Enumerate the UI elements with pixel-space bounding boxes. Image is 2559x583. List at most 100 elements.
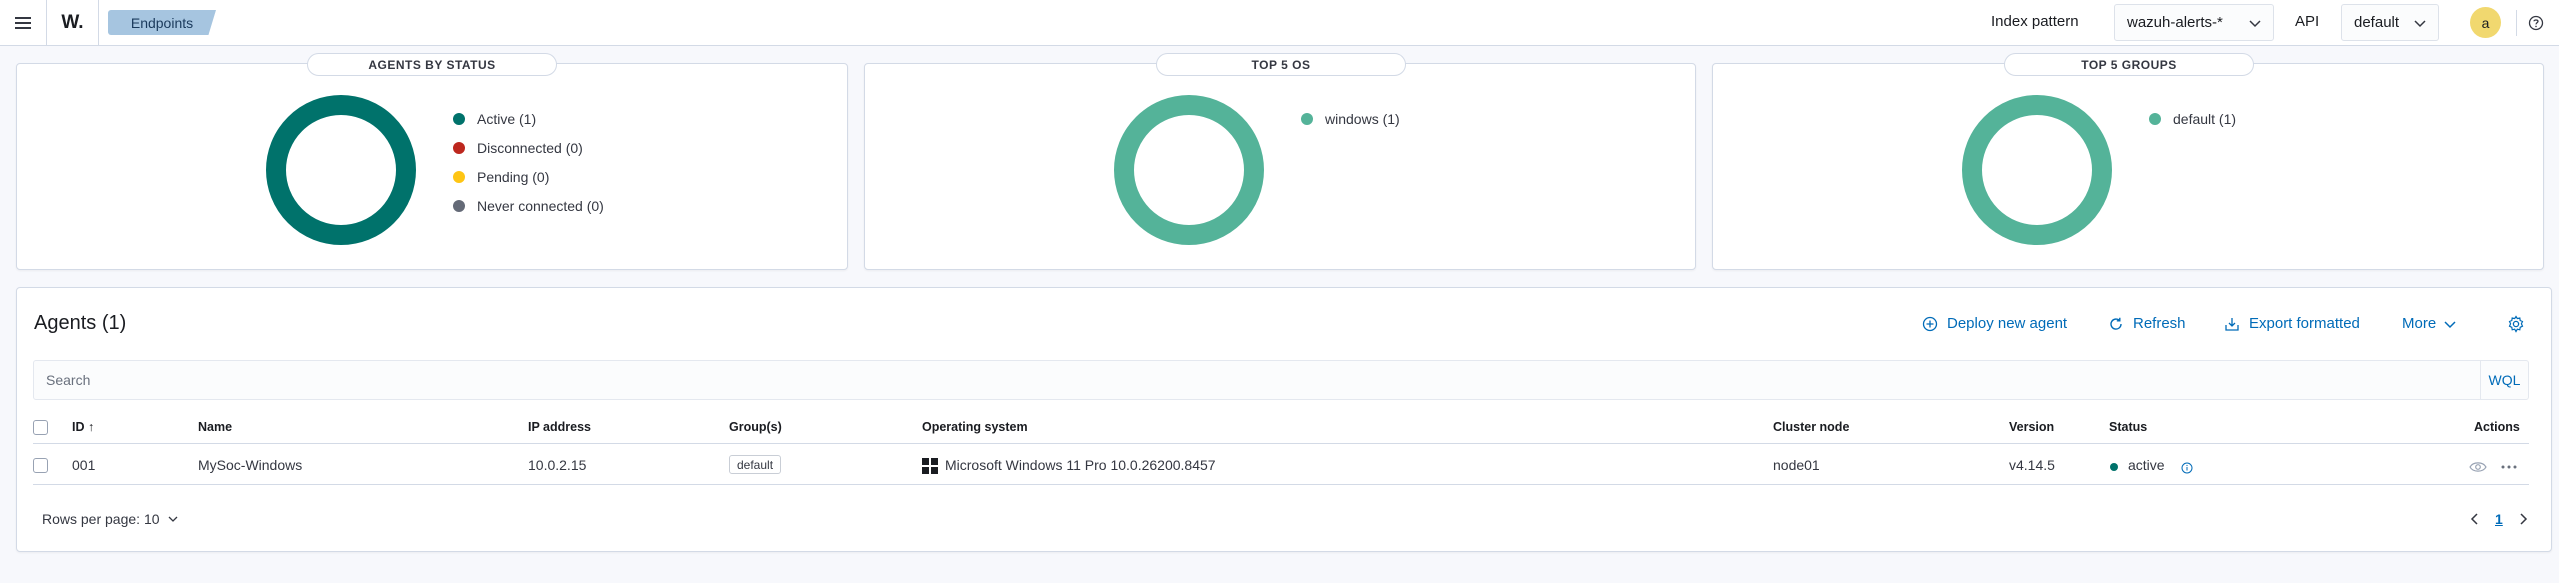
legend-item-disconnected[interactable]: Disconnected (0)	[453, 133, 604, 162]
legend-label: Active (1)	[477, 110, 537, 127]
sort-ascending-icon: ↑	[87, 420, 95, 434]
api-label: API	[2295, 13, 2320, 30]
column-header-id[interactable]: ID ↑	[72, 420, 94, 434]
plus-circle-icon	[1922, 316, 1938, 331]
os-legend: windows (1)	[1301, 104, 1400, 133]
panel-title: AGENTS BY STATUS	[307, 53, 557, 76]
windows-icon	[922, 458, 938, 474]
export-label: Export formatted	[2249, 315, 2360, 332]
groups-legend: default (1)	[2149, 104, 2236, 133]
cell-cluster: node01	[1773, 457, 1820, 473]
select-all-checkbox[interactable]	[33, 420, 48, 435]
row-divider	[33, 484, 2529, 485]
help-icon[interactable]	[2528, 15, 2544, 31]
column-header-ip[interactable]: IP address	[528, 420, 591, 434]
legend-dot	[1301, 112, 1313, 125]
agents-title: Agents (1)	[34, 312, 127, 334]
chevron-down-icon	[2444, 320, 2456, 328]
column-header-os[interactable]: Operating system	[922, 420, 1028, 434]
agents-by-status-panel: AGENTS BY STATUS Active (1) Disconnected…	[16, 53, 848, 270]
search-input[interactable]: Search WQL	[33, 360, 2529, 400]
group-badge[interactable]: default	[729, 455, 782, 474]
legend-item-windows[interactable]: windows (1)	[1301, 104, 1400, 133]
refresh-icon	[2110, 317, 2122, 330]
chevron-down-icon	[2414, 20, 2426, 28]
index-pattern-select[interactable]: wazuh-alerts-*	[2114, 4, 2274, 41]
eye-icon[interactable]	[2469, 460, 2487, 474]
cell-ip: 10.0.2.15	[528, 457, 587, 473]
top-header: W. Endpoints Index pattern wazuh-alerts-…	[0, 0, 2559, 46]
more-options-icon[interactable]	[2500, 464, 2518, 470]
legend-item-never-connected[interactable]: Never connected (0)	[453, 191, 604, 220]
legend-dot	[453, 141, 465, 154]
legend-dot	[2149, 112, 2161, 125]
panel-title: TOP 5 GROUPS	[2004, 53, 2254, 76]
column-header-name[interactable]: Name	[198, 420, 232, 434]
donut-ring	[266, 95, 416, 245]
legend-label: Disconnected (0)	[477, 139, 583, 156]
status-dot	[2110, 463, 2118, 471]
cell-version: v4.14.5	[2009, 457, 2055, 473]
more-button[interactable]: More	[2402, 315, 2456, 332]
deploy-label: Deploy new agent	[1947, 315, 2068, 332]
os-donut-chart	[1114, 95, 1264, 245]
info-icon[interactable]	[2181, 462, 2193, 474]
gear-icon[interactable]	[2507, 315, 2525, 333]
api-value: default	[2354, 14, 2400, 31]
export-formatted-button[interactable]: Export formatted	[2224, 315, 2360, 332]
legend-item-active[interactable]: Active (1)	[453, 104, 604, 133]
search-placeholder: Search	[46, 372, 91, 388]
row-checkbox[interactable]	[33, 458, 48, 473]
breadcrumb-endpoints[interactable]: Endpoints	[108, 10, 216, 35]
column-header-status[interactable]: Status	[2109, 420, 2147, 434]
cell-id: 001	[72, 457, 96, 473]
panel-title: TOP 5 OS	[1156, 53, 1406, 76]
chevron-down-icon	[168, 516, 177, 522]
cell-status: active	[2128, 457, 2165, 473]
cell-name: MySoc-Windows	[198, 457, 303, 473]
header-divider	[2516, 10, 2517, 36]
chevron-left-icon[interactable]	[2469, 513, 2481, 525]
page-1-button[interactable]: 1	[2495, 511, 2503, 527]
top-os-panel: TOP 5 OS windows (1)	[864, 53, 1696, 270]
legend-label: Pending (0)	[477, 168, 550, 185]
legend-dot	[453, 170, 465, 183]
legend-item-default[interactable]: default (1)	[2149, 104, 2236, 133]
rows-per-page-label: Rows per page: 10	[42, 511, 160, 527]
index-pattern-label: Index pattern	[1991, 13, 2079, 30]
donut-ring	[1114, 95, 1264, 245]
legend-dot	[453, 199, 465, 212]
column-header-groups[interactable]: Group(s)	[729, 420, 782, 434]
index-pattern-value: wazuh-alerts-*	[2127, 14, 2223, 31]
top-groups-panel: TOP 5 GROUPS default (1)	[1712, 53, 2544, 270]
legend-label: windows (1)	[1325, 110, 1400, 127]
column-header-version[interactable]: Version	[2009, 420, 2054, 434]
api-select[interactable]: default	[2341, 4, 2439, 41]
wazuh-logo[interactable]: W.	[47, 0, 99, 46]
groups-donut-chart	[1962, 95, 2112, 245]
chevron-down-icon	[2249, 20, 2261, 28]
rows-per-page-select[interactable]: Rows per page: 10	[42, 511, 178, 527]
cell-os: Microsoft Windows 11 Pro 10.0.26200.8457	[945, 457, 1216, 473]
legend-label: Never connected (0)	[477, 197, 604, 214]
status-donut-chart	[266, 95, 416, 245]
status-legend: Active (1) Disconnected (0) Pending (0) …	[453, 104, 604, 220]
column-header-actions: Actions	[2474, 420, 2520, 434]
wql-button[interactable]: WQL	[2480, 361, 2528, 399]
chevron-right-icon[interactable]	[2517, 513, 2529, 525]
refresh-label: Refresh	[2133, 315, 2186, 332]
donut-ring	[1962, 95, 2112, 245]
legend-item-pending[interactable]: Pending (0)	[453, 162, 604, 191]
more-label: More	[2402, 315, 2437, 332]
legend-dot	[453, 112, 465, 125]
deploy-new-agent-button[interactable]: Deploy new agent	[1922, 315, 2067, 332]
legend-label: default (1)	[2173, 110, 2237, 127]
menu-button[interactable]	[0, 0, 47, 46]
user-avatar[interactable]: a	[2470, 7, 2501, 38]
export-icon	[2225, 317, 2239, 331]
agents-table-panel: Agents (1) Deploy new agent Refresh Expo…	[16, 287, 2552, 552]
column-header-cluster[interactable]: Cluster node	[1773, 420, 1849, 434]
header-divider	[33, 443, 2529, 444]
refresh-button[interactable]: Refresh	[2108, 315, 2186, 332]
hamburger-icon	[15, 17, 31, 29]
